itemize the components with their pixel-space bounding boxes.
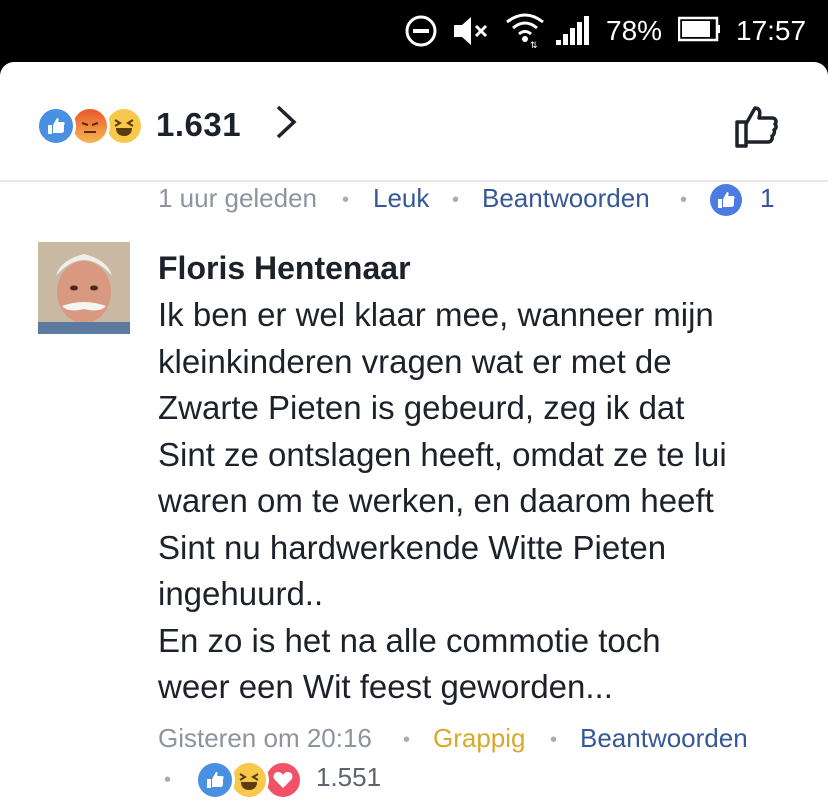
reaction-count: 1.631 [156, 106, 242, 143]
separator-dot: • [550, 729, 558, 751]
reaction-count: 1.551 [316, 762, 382, 792]
like-count: 1 [760, 183, 775, 213]
chevron-right-icon[interactable] [272, 102, 300, 142]
comments-sheet: 1.631 1 uur geleden • Leuk • Beantwoorde… [0, 62, 828, 800]
separator-dot: • [680, 189, 688, 211]
separator-dot: • [164, 769, 172, 791]
reply-link[interactable]: Beantwoorden [482, 182, 650, 214]
comment-line: Zwarte Pieten is gebeurd, zeg ik dat [158, 389, 685, 426]
funny-reaction-link[interactable]: Grappig [433, 722, 526, 754]
comment-body: Ik ben er wel klaar mee, wanneer mijn kl… [158, 292, 808, 711]
comment-reactions[interactable]: • 1.551 [0, 760, 828, 800]
comment-line: kleinkinderen vragen wat er met de [158, 342, 672, 380]
love-icon [263, 760, 303, 800]
comment-line: En zo is het na alle commotie toch [158, 621, 661, 659]
battery-icon [678, 16, 720, 42]
comment-line: Sint nu hardwerkende Witte Pieten [158, 528, 667, 566]
previous-comment-meta: 1 uur geleden • Leuk • Beantwoorden • 1 [0, 180, 828, 224]
like-icon [710, 184, 742, 216]
comment-author[interactable]: Floris Hentenaar [158, 250, 411, 287]
do-not-disturb-icon [405, 15, 437, 47]
haha-icon [104, 106, 144, 146]
reactions-summary[interactable]: 1.631 [0, 62, 828, 180]
battery-percent: 78% [606, 15, 663, 46]
mute-icon [454, 17, 488, 45]
haha-icon [229, 760, 269, 800]
avatar[interactable] [38, 242, 130, 334]
comment-time: Gisteren om 20:16 [158, 723, 372, 753]
clock: 17:57 [736, 15, 807, 46]
separator-dot: • [342, 189, 350, 211]
like-icon [36, 106, 76, 146]
wifi-icon: ⇅ [506, 13, 544, 48]
comment-line: Ik ben er wel klaar mee, wanneer mijn [158, 296, 714, 333]
comment-line: weer een Wit feest geworden... [158, 668, 613, 705]
reply-link[interactable]: Beantwoorden [580, 722, 748, 754]
comment-line: ingehuurd.. [158, 575, 324, 612]
reaction-icons [195, 760, 307, 800]
status-bar: ⇅ 78% 17:57 [0, 0, 828, 62]
angry-icon [70, 106, 110, 146]
separator-dot: • [452, 189, 460, 211]
like-icon [195, 760, 235, 800]
like-link[interactable]: Leuk [373, 182, 429, 214]
comment-line: waren om te werken, en daarom heeft [158, 482, 714, 519]
like-outline-icon[interactable] [733, 102, 781, 150]
separator-dot: • [403, 729, 411, 751]
comment-actions: Gisteren om 20:16 • Grappig • Beantwoord… [0, 720, 828, 760]
comment-line: Sint ze ontslagen heeft, omdat ze te lui [158, 435, 727, 473]
comment-time: 1 uur geleden [158, 183, 318, 213]
signal-icon [556, 16, 589, 45]
svg-text:⇅: ⇅ [530, 41, 538, 48]
